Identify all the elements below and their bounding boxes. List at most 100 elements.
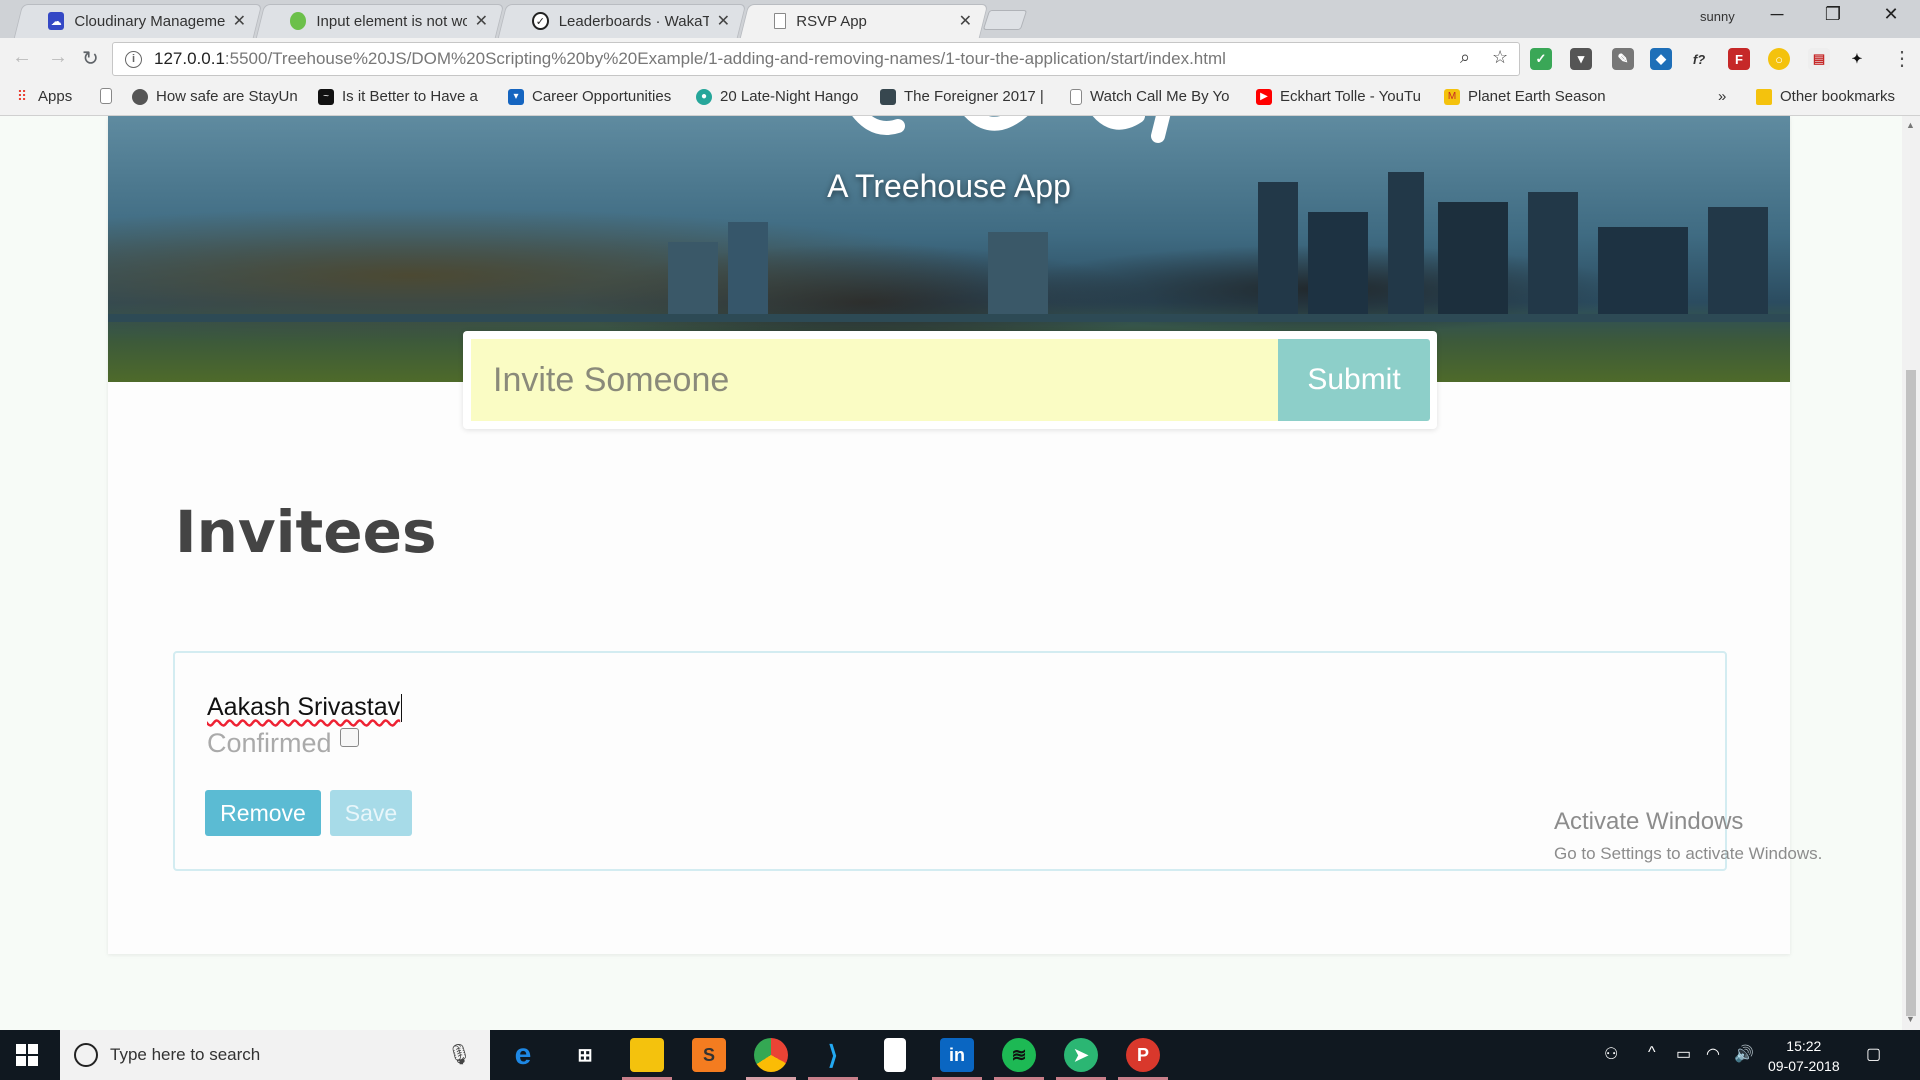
font-finder-icon[interactable]: f? [1688,48,1710,70]
activate-windows-watermark: Activate Windows Go to Settings to activ… [1554,808,1823,863]
file-explorer-icon[interactable] [630,1038,664,1072]
tab-title: RSVP App [796,12,867,30]
pocket-icon[interactable]: ▾ [1570,48,1592,70]
extension-red-icon[interactable]: F [1728,48,1750,70]
bookmark-star-icon[interactable]: ☆ [1492,47,1508,68]
tab-wakatime[interactable]: ✓ Leaderboards · WakaTime ✕ [502,4,742,38]
bookmark-career[interactable]: ▾ Career Opportunities [508,88,672,105]
save-button[interactable]: Save [330,790,412,836]
invitee-name-input[interactable]: Aakash Srivastav [207,693,403,723]
bookmark-better[interactable]: ~ Is it Better to Have a [318,88,487,105]
chrome-menu-icon[interactable]: ⋮ [1892,46,1912,71]
page-scrollbar[interactable]: ▲ ▼ [1902,116,1920,1030]
site-icon [132,88,148,105]
tab-rsvp-app[interactable]: RSVP App ✕ [744,4,984,38]
battery-icon[interactable]: ▭ [1676,1044,1691,1064]
adblock-icon[interactable]: ✓ [1530,48,1552,70]
cloudinary-icon: ☁ [48,12,65,30]
folder-icon [1756,88,1772,105]
taskbar-clock[interactable]: 15:22 09-07-2018 [1768,1036,1840,1076]
forward-icon[interactable]: → [48,46,68,69]
page-icon [100,88,112,104]
invite-form: Submit [463,331,1437,429]
taskbar-search[interactable]: Type here to search 🎙 [60,1030,490,1080]
eyedropper-icon[interactable]: ✎ [1612,48,1634,70]
new-tab-button[interactable] [982,10,1028,30]
url-host: 127.0.0.1 [154,49,225,68]
close-window-icon[interactable]: ✕ [1876,4,1906,25]
address-bar[interactable]: i 127.0.0.1:5500/Treehouse%20JS/DOM%20Sc… [112,42,1520,76]
app-subtitle: A Treehouse App [827,168,1071,204]
document-icon[interactable] [884,1038,906,1072]
text-caret [401,694,403,723]
reload-icon[interactable]: ↻ [82,46,99,71]
scroll-up-icon[interactable]: ▲ [1906,120,1915,130]
wakatime-icon: ✓ [532,12,549,30]
edge-icon[interactable]: e [506,1038,540,1072]
map-pin-icon: ● [696,88,712,105]
sublime-icon[interactable]: S [692,1038,726,1072]
submit-button[interactable]: Submit [1278,339,1430,421]
invite-input[interactable] [471,339,1279,421]
page-viewport: A Treehouse App Submit Invitees Aakash S… [0,116,1902,1030]
close-icon[interactable]: ✕ [959,11,972,31]
bookmark-planet-earth[interactable]: M Planet Earth Season [1444,88,1638,105]
tab-cloudinary[interactable]: ☁ Cloudinary Management ✕ [18,4,258,38]
scroll-down-icon[interactable]: ▼ [1906,1014,1915,1024]
wifi-icon[interactable]: ◠ [1706,1044,1720,1064]
action-center-icon[interactable]: ▢ [1866,1044,1881,1064]
bookmark-page[interactable] [100,88,120,104]
confirmed-label[interactable]: Confirmed [207,728,359,759]
url-path: :5500/Treehouse%20JS/DOM%20Scripting%20b… [224,49,1226,68]
bookmark-apps[interactable]: ⠿ Apps [14,88,72,105]
tray-chevron-icon[interactable]: ^ [1648,1044,1656,1062]
bookmarks-overflow[interactable]: » [1718,88,1726,105]
postman-icon[interactable]: P [1126,1038,1160,1072]
site-icon [880,88,896,105]
extension-icon[interactable]: ◆ [1650,48,1672,70]
calendar-icon[interactable]: ▤ [1808,48,1830,70]
people-icon[interactable]: ⚇ [1604,1044,1618,1064]
profile-name[interactable]: sunny [1700,9,1735,24]
page-icon [1070,88,1082,105]
bookmark-call-me[interactable]: Watch Call Me By Yo [1070,88,1258,105]
confirmed-checkbox[interactable] [339,728,359,747]
chrome-icon[interactable] [754,1038,788,1072]
youtube-icon: ▶ [1256,88,1272,105]
vscode-icon[interactable]: ⟩ [816,1038,850,1072]
restore-icon[interactable]: ❐ [1818,4,1848,25]
bookmark-foreigner[interactable]: The Foreigner 2017 | [880,88,1054,105]
linkedin-icon[interactable]: in [940,1038,974,1072]
close-icon[interactable]: ✕ [475,11,488,31]
back-icon[interactable]: ← [12,46,32,69]
close-icon[interactable]: ✕ [717,11,730,31]
store-icon[interactable]: ⊞ [568,1038,602,1072]
site-icon: M [1444,88,1460,105]
extension-yellow-icon[interactable]: ○ [1768,48,1790,70]
cortana-icon [74,1043,98,1067]
bookmark-late-night[interactable]: ● 20 Late-Night Hango [696,88,880,105]
remove-button[interactable]: Remove [205,790,321,836]
pin-icon[interactable]: ✦ [1846,48,1868,70]
zoom-icon[interactable]: ⌕ [1460,47,1470,68]
info-icon[interactable]: i [125,50,142,68]
tab-title: Leaderboards · WakaTime [558,12,709,30]
close-icon[interactable]: ✕ [233,11,246,31]
invitees-heading: Invitees [175,498,437,566]
tab-stackoverflow[interactable]: Input element is not worki ✕ [260,4,500,38]
site-icon: ▾ [508,88,524,105]
windows-start-icon[interactable] [16,1044,38,1066]
volume-icon[interactable]: 🔊 [1734,1044,1754,1064]
bookmark-other[interactable]: Other bookmarks [1756,88,1895,105]
scrollbar-thumb[interactable] [1906,370,1916,1016]
tab-strip: ☁ Cloudinary Management ✕ Input element … [0,0,1920,38]
telegram-icon[interactable]: ➤ [1064,1038,1098,1072]
invitee-list: Aakash Srivastav Confirmed Remove Save [173,651,1727,871]
bookmark-eckhart[interactable]: ▶ Eckhart Tolle - YouTu [1256,88,1448,105]
page-icon [774,13,787,29]
microphone-icon[interactable]: 🎙 [447,1042,472,1067]
spotify-icon[interactable]: ≋ [1002,1038,1036,1072]
tab-title: Cloudinary Management [74,12,225,30]
bookmark-stayunlimited[interactable]: How safe are StayUn [132,88,326,105]
minimize-icon[interactable]: ─ [1762,4,1792,25]
